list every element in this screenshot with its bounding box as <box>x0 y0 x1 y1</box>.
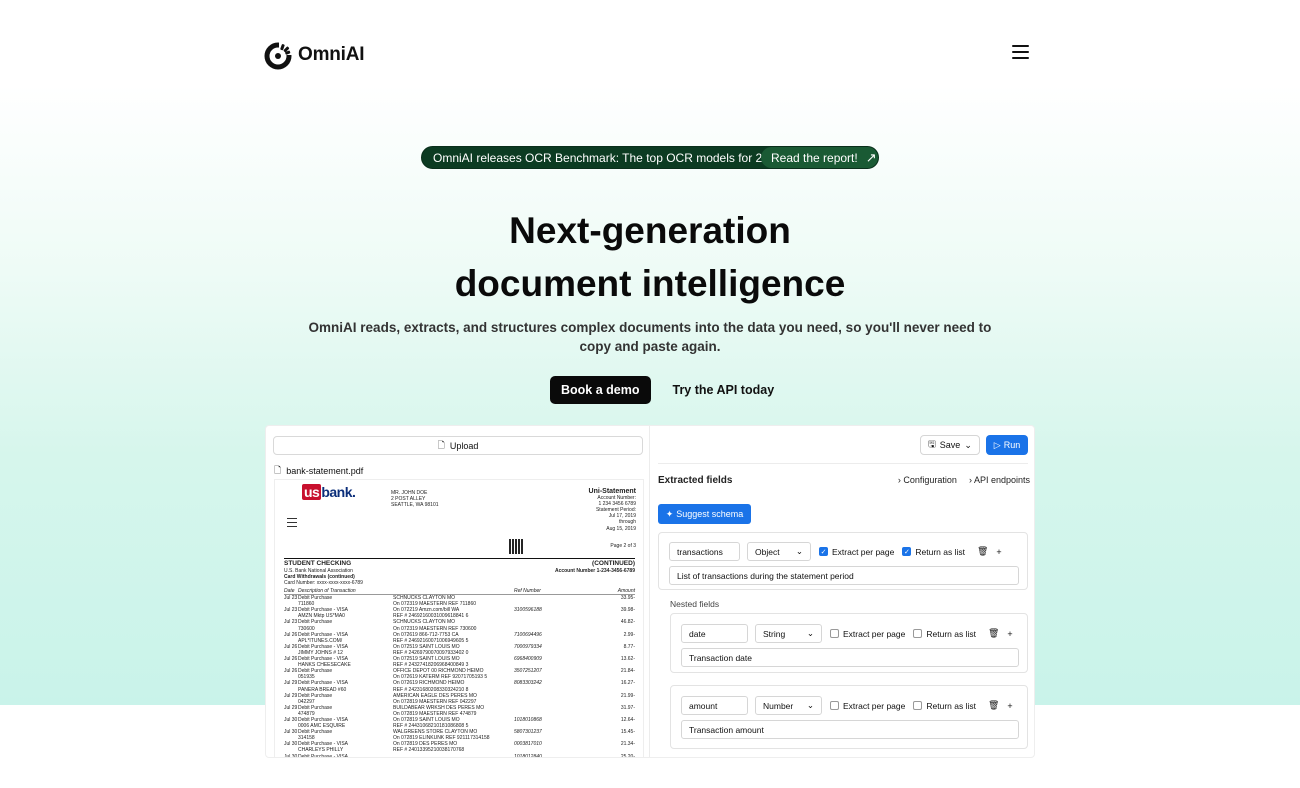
upload-button[interactable]: 🗋 Upload <box>273 436 643 455</box>
qr-code <box>509 539 524 554</box>
field-description-input[interactable]: List of transactions during the statemen… <box>669 566 1019 585</box>
field-name-input[interactable]: amount <box>681 696 748 715</box>
nested-fields-label: Nested fields <box>670 599 720 609</box>
field-card-amount <box>670 685 1028 749</box>
app-preview: 🗋 Upload 🗋 bank-statement.pdf us bank. MR… <box>265 425 1035 758</box>
api-endpoints-link[interactable]: › API endpoints <box>969 475 1030 485</box>
extraction-pane: 🖫 Save ⌄ ▷ Run Extracted fields › Config… <box>650 426 1034 757</box>
book-demo-button[interactable]: Book a demo <box>550 376 651 404</box>
announcement-banner[interactable]: OmniAI releases OCR Benchmark: The top O… <box>421 146 879 169</box>
column-header: Amount <box>617 588 635 594</box>
return-as-list-checkbox[interactable]: ✓ Return as list <box>902 547 965 557</box>
plus-icon[interactable]: + <box>1007 629 1012 639</box>
transactions-table: Date Description of Transaction Ref Number… <box>284 588 635 758</box>
chevron-down-icon: ⌄ <box>964 439 972 450</box>
chevron-down-icon: ⌄ <box>795 546 803 556</box>
extracted-fields-title: Extracted fields <box>658 475 733 486</box>
page-number: Page 2 of 3 <box>610 543 636 549</box>
headline-line-1: Next-generation <box>509 210 791 251</box>
field-description-input[interactable]: Transaction date <box>681 648 1019 667</box>
extract-per-page-checkbox[interactable]: ✓ Extract per page <box>819 547 894 557</box>
column-header: Description of Transaction <box>298 588 356 594</box>
chevron-right-icon: › <box>968 475 972 485</box>
checkbox-empty-icon <box>913 629 923 638</box>
section-header: STUDENT CHECKING (CONTINUED) U.S. Bank N… <box>284 558 635 587</box>
return-as-list-checkbox[interactable]: Return as list <box>913 701 976 711</box>
sparkle-icon: ✦ <box>665 508 674 519</box>
field-row-transactions: transactions Object ⌄ ✓ Extract per page ✓… <box>669 542 1002 561</box>
table-cell: 25.20- <box>620 753 635 758</box>
announcement-link[interactable]: Read the report! ↗ <box>761 147 878 168</box>
plus-icon[interactable]: + <box>996 547 1001 557</box>
divider <box>658 463 1028 464</box>
field-row-date: date String ⌄ Extract per page Return as … <box>681 624 1013 643</box>
table-cell: Debit Purchase - VISA <box>298 753 349 758</box>
customer-address: MR. JOHN DOE 2 POST ALLEY SEATTLE, WA 98… <box>391 490 439 509</box>
chevron-down-icon: ⌄ <box>806 700 814 710</box>
brand-logo[interactable]: OmniAI <box>264 40 365 70</box>
run-button[interactable]: ▷ Run <box>986 435 1028 455</box>
extract-per-page-checkbox[interactable]: Extract per page <box>830 629 905 639</box>
field-type-select[interactable]: Number ⌄ <box>755 696 822 715</box>
arrow-up-right-icon: ↗ <box>865 149 877 165</box>
top-nav: OmniAI <box>264 40 1030 70</box>
table-cell <box>393 754 514 757</box>
checkbox-empty-icon <box>830 701 839 710</box>
omniai-logo-icon <box>264 41 294 70</box>
headline-line-2: document intelligence <box>454 263 846 304</box>
field-row-amount: amount Number ⌄ Extract per page Return a… <box>681 696 1013 715</box>
trash-icon[interactable]: 🗑 <box>988 628 999 639</box>
file-icon: 🗋 <box>437 439 445 450</box>
save-button[interactable]: 🖫 Save ⌄ <box>920 435 980 455</box>
announcement-link-label: Read the report! <box>771 150 858 165</box>
suggest-schema-button[interactable]: ✦ Suggest schema <box>658 504 751 524</box>
checkbox-empty-icon <box>830 629 839 638</box>
extract-per-page-checkbox[interactable]: Extract per page <box>830 701 905 711</box>
field-name-input[interactable]: date <box>681 624 748 643</box>
hero-headline: Next-generation document intelligence <box>0 204 1300 310</box>
checkbox-checked-icon: ✓ <box>902 547 912 556</box>
table-cell: Jul 30 <box>284 753 298 758</box>
field-type-select[interactable]: Object ⌄ <box>747 542 811 561</box>
checkbox-checked-icon: ✓ <box>819 547 828 556</box>
upload-label: Upload <box>449 440 479 451</box>
field-type-select[interactable]: String ⌄ <box>755 624 822 643</box>
chevron-down-icon: ⌄ <box>806 628 814 638</box>
suggest-schema-label: Suggest schema <box>676 509 744 519</box>
try-api-link[interactable]: Try the API today <box>673 383 775 397</box>
cta-row: Book a demo Try the API today <box>550 376 774 404</box>
trash-icon[interactable]: 🗑 <box>977 546 988 557</box>
field-description-input[interactable]: Transaction amount <box>681 720 1019 739</box>
hamburger-menu-icon[interactable] <box>1012 45 1030 61</box>
table-cell: 1018012840 <box>514 753 542 758</box>
chevron-right-icon: › <box>897 475 901 485</box>
statement-header: Uni-Statement Account Number: 1 234 3456… <box>588 488 636 532</box>
save-label: Save <box>939 440 961 450</box>
document-preview: us bank. MR. JOHN DOE 2 POST ALLEY SEATTL… <box>274 479 644 758</box>
save-icon: 🖫 <box>928 439 936 449</box>
usbank-logo: us bank. <box>302 484 356 500</box>
play-icon: ▷ <box>993 439 1001 450</box>
announcement-text: OmniAI releases OCR Benchmark: The top O… <box>433 150 783 165</box>
file-name-label: bank-statement.pdf <box>286 466 364 476</box>
brand-name: OmniAI <box>298 44 365 65</box>
configuration-link[interactable]: › Configuration <box>898 475 957 485</box>
column-header: Ref Number <box>514 588 541 594</box>
return-as-list-checkbox[interactable]: Return as list <box>913 629 976 639</box>
plus-icon[interactable]: + <box>1007 701 1012 711</box>
doc-menu-icon <box>287 518 297 530</box>
field-name-input[interactable]: transactions <box>669 542 740 561</box>
trash-icon[interactable]: 🗑 <box>988 700 999 711</box>
config-links: › Configuration › API endpoints <box>898 475 1030 485</box>
file-name[interactable]: 🗋 bank-statement.pdf <box>274 463 363 479</box>
table-row: Jul 30 Debit Purchase - VISA 1018012840 25.… <box>284 753 635 758</box>
document-pane: 🗋 Upload 🗋 bank-statement.pdf us bank. MR… <box>266 426 650 758</box>
column-header: Date <box>284 588 295 594</box>
column-header <box>393 588 514 594</box>
checkbox-empty-icon <box>913 701 923 710</box>
table-header: Date Description of Transaction Ref Number… <box>284 588 635 596</box>
run-label: Run <box>1003 440 1021 450</box>
file-icon: 🗋 <box>274 465 282 475</box>
hero-subtitle: OmniAI reads, extracts, and structures c… <box>308 320 992 354</box>
